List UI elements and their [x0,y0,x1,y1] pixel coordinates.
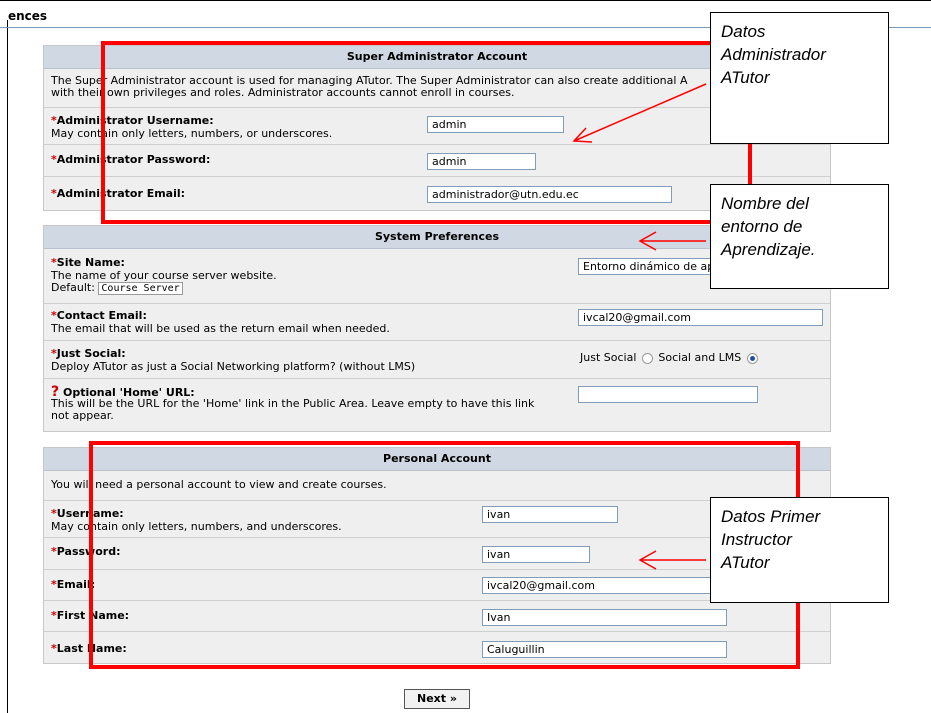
window-top-border [0,0,931,1]
instructor-note-line: Datos Primer [721,507,821,526]
admin-highlight-box [101,41,752,224]
admin-note-line: ATutor [721,68,770,87]
social-lms-option-label: Social and LMS [658,351,742,364]
contact-email-hint: The email that will be used as the retur… [51,322,390,335]
instructor-note-line: ATutor [721,553,770,572]
site-name-default-prefix: Default: [51,281,95,294]
social-lms-radio[interactable] [746,352,758,364]
instructor-note: Datos Primer Instructor ATutor [710,497,889,603]
home-url-hint-line2: not appear. [51,409,114,422]
just-social-hint: Deploy ATutor as just a Social Networkin… [51,360,416,373]
instructor-note-line: Instructor [721,530,792,549]
just-social-radio[interactable] [641,352,653,364]
site-name-default: Course Server [98,282,183,295]
site-note-line: entorno de [721,217,803,236]
site-note: Nombre del entorno de Aprendizaje. [710,184,889,289]
window-left-border [7,20,8,713]
site-note-line: Nombre del [721,194,809,213]
just-social-label: Just Social: [56,347,126,360]
contact-email-input[interactable]: ivcal20@gmail.com [578,309,823,326]
admin-note-line: Datos [721,22,766,41]
next-button[interactable]: Next » [404,689,470,709]
admin-note-line: Administrador [721,45,826,64]
page-title: ences [8,9,48,23]
contact-email-row: *Contact Email: The email that will be u… [44,303,830,340]
personal-highlight-box [89,441,800,669]
contact-email-label: Contact Email: [56,309,147,322]
home-url-hint-line1: This will be the URL for the 'Home' link… [51,397,535,410]
just-social-option-label: Just Social [580,351,637,364]
site-name-input[interactable]: Entorno dinámico de ap [578,258,728,275]
site-note-line: Aprendizaje. [721,240,816,259]
just-social-options: Just Social Social and LMS [580,351,760,364]
just-social-row: *Just Social: Deploy ATutor as just a So… [44,340,830,378]
home-url-row: ? Optional 'Home' URL: This will be the … [44,378,830,432]
admin-note: Datos Administrador ATutor [710,12,889,144]
home-url-input[interactable] [578,386,758,403]
site-name-label: Site Name: [56,256,125,269]
